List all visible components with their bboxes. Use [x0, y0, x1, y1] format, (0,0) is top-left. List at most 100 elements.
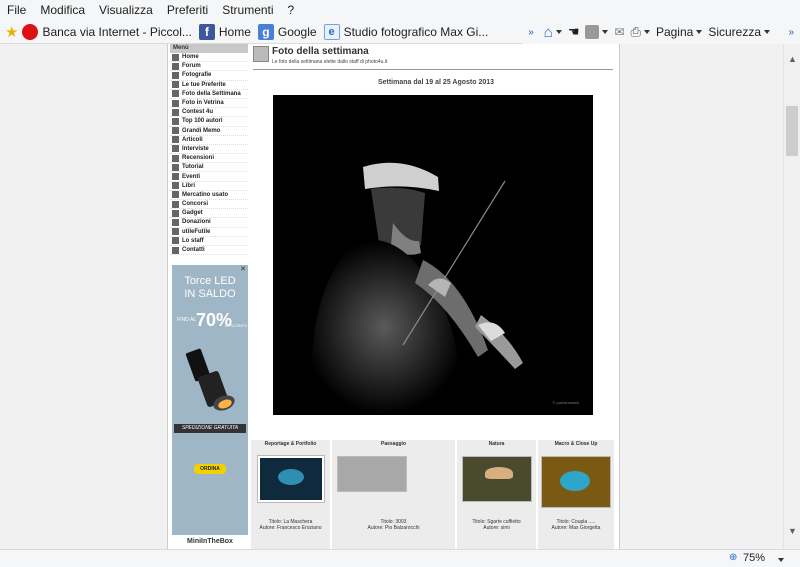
- menu-item-icon: [172, 117, 179, 125]
- sidebar-item-fotografie[interactable]: Fotografie: [170, 71, 248, 81]
- title-divider: [253, 69, 613, 70]
- favorite-home[interactable]: f Home: [198, 23, 251, 40]
- menu-bar: File Modifica Visualizza Preferiti Strum…: [0, 0, 800, 20]
- flashlight-icon: [182, 345, 242, 413]
- sidebar-item-label: Mercatino usato: [182, 191, 229, 198]
- mail-icon[interactable]: ✉: [614, 25, 624, 39]
- ad-order-button[interactable]: ORDINA: [194, 464, 226, 474]
- menu-file[interactable]: File: [0, 0, 33, 20]
- page-menu-button[interactable]: Pagina: [655, 25, 703, 39]
- sidebar-item-contest-4u[interactable]: Contest 4u: [170, 108, 248, 118]
- menu-item-icon: [172, 62, 179, 70]
- sidebar-item-concorsi[interactable]: Concorsi: [170, 200, 248, 210]
- menu-preferiti[interactable]: Preferiti: [160, 0, 215, 20]
- menu-item-icon: [172, 90, 179, 98]
- menu-item-icon: [172, 108, 179, 116]
- ad-brand: MiniInTheBox: [172, 535, 248, 549]
- menu-help[interactable]: ?: [281, 0, 302, 20]
- sidebar-item-label: Concorsi: [182, 201, 209, 208]
- sidebar-item-utilefutile[interactable]: utileFutile: [170, 228, 248, 237]
- rss-icon: [585, 25, 600, 39]
- sidebar-item-label: Donazioni: [182, 219, 211, 226]
- insect-shape: [560, 471, 590, 491]
- home-button[interactable]: ⌂: [544, 24, 562, 41]
- zoom-icon[interactable]: ⊕: [729, 552, 737, 563]
- ad-headline-1: Torce LED: [184, 275, 236, 287]
- menu-item-icon: [172, 246, 179, 254]
- chevron-more-icon[interactable]: »: [788, 27, 794, 38]
- featured-photo[interactable]: © paoldrowsek: [273, 95, 593, 415]
- menu-item-icon: [172, 200, 179, 208]
- menu-item-icon: [172, 182, 179, 190]
- favorites-star-icon[interactable]: ★: [5, 23, 18, 41]
- close-icon[interactable]: ✕: [240, 265, 246, 273]
- thumbnail-paesaggio[interactable]: [337, 456, 407, 492]
- thumbnail-natura[interactable]: [462, 456, 532, 502]
- page-subtitle: Le foto della settimana elette dallo sta…: [272, 59, 388, 65]
- menu-strumenti[interactable]: Strumenti: [215, 0, 280, 20]
- thumbnail-macro[interactable]: [541, 456, 611, 508]
- google-icon: g: [257, 23, 274, 40]
- ad-fino: FINO AL: [177, 317, 197, 323]
- menu-item-icon: [172, 237, 179, 245]
- sidebar-item-top-100-autori[interactable]: Top 100 autori: [170, 117, 248, 127]
- sidebar-item-label: Foto in Vetrina: [182, 100, 224, 107]
- sidebar-item-interviste[interactable]: Interviste: [170, 145, 248, 155]
- sidebar-item-label: Gadget: [182, 210, 203, 217]
- sidebar-item-label: Grandi Memo: [182, 127, 221, 134]
- sidebar-item-label: Foto della Settimana: [182, 90, 241, 97]
- menu-modifica[interactable]: Modifica: [33, 0, 92, 20]
- favorite-banca[interactable]: Banca via Internet - Piccol...: [22, 23, 192, 40]
- thumbnail-reportage[interactable]: [257, 455, 325, 503]
- ad-headline-2: IN SALDO: [184, 288, 236, 300]
- sidebar-item-eventi[interactable]: Eventi: [170, 172, 248, 182]
- zoom-level[interactable]: 75%: [743, 552, 765, 564]
- favorite-studio[interactable]: e Studio fotografico Max Gi...: [323, 23, 488, 40]
- menu-visualizza[interactable]: Visualizza: [92, 0, 160, 20]
- page-menu-label: Pagina: [655, 25, 694, 39]
- sidebar-item-contatti[interactable]: Contatti: [170, 246, 248, 256]
- menu-item-icon: [172, 71, 179, 79]
- sidebar-item-label: Articoli: [182, 136, 203, 143]
- sidebar-item-libri[interactable]: Libri: [170, 182, 248, 191]
- category-paesaggio[interactable]: Paesaggio Titolo: 3003 Autore: Pio Balza…: [332, 440, 455, 549]
- sidebar-item-lo-staff[interactable]: Lo staff: [170, 237, 248, 246]
- scroll-up-icon[interactable]: ▲: [788, 54, 797, 64]
- sidebar-item-recensioni[interactable]: Recensioni: [170, 154, 248, 164]
- sidebar-item-gadget[interactable]: Gadget: [170, 209, 248, 219]
- category-natura[interactable]: Natura Titolo: Sgarte cuffietto Autore: …: [457, 440, 536, 549]
- scroll-thumb[interactable]: [786, 106, 798, 156]
- photo-watermark: © paoldrowsek: [552, 400, 579, 405]
- sidebar-menu: Home Forum Fotografie Le tue Preferite Foto …: [170, 53, 248, 256]
- sidebar-item-foto-in-vetrina[interactable]: Foto in Vetrina: [170, 99, 248, 109]
- category-paesaggio-author: Autore: Pio Balzarocchi: [367, 525, 420, 531]
- favorite-google[interactable]: g Google: [257, 23, 317, 40]
- rss-button[interactable]: [585, 25, 609, 39]
- sidebar-item-articoli[interactable]: Articoli: [170, 136, 248, 145]
- sidebar-item-tutorial[interactable]: Tutorial: [170, 163, 248, 173]
- sidebar-item-label: Home: [182, 54, 199, 61]
- vertical-scrollbar[interactable]: ▲ ▼: [783, 44, 800, 549]
- sidebar-item-forum[interactable]: Forum: [170, 62, 248, 72]
- sidebar-item-grandi-memo[interactable]: Grandi Memo: [170, 127, 248, 136]
- web-page: Menù Home Forum Fotografie Le tue Preferite…: [167, 44, 620, 549]
- print-button[interactable]: ⎙: [631, 24, 650, 40]
- security-menu-button[interactable]: Sicurezza: [708, 25, 770, 39]
- zoom-dropdown-icon[interactable]: [778, 558, 784, 562]
- sidebar-item-le-tue-preferite[interactable]: Le tue Preferite: [170, 81, 248, 90]
- sidebar-item-home[interactable]: Home: [170, 53, 248, 63]
- sidebar-item-mercatino-usato[interactable]: Mercatino usato: [170, 191, 248, 200]
- category-macro[interactable]: Macro & Close Up Titolo: Coupla ..... Au…: [538, 440, 614, 549]
- sidebar-item-foto-della-settimana[interactable]: Foto della Settimana: [170, 90, 248, 99]
- advertisement-banner[interactable]: ✕ Torce LED IN SALDO FINO AL 70% DI SCON…: [172, 265, 248, 549]
- favorite-google-label: Google: [277, 24, 317, 39]
- main-content: Foto della settimana Le foto della setti…: [251, 44, 621, 549]
- menu-item-icon: [172, 218, 179, 226]
- hand-icon[interactable]: ☚: [568, 24, 580, 40]
- sidebar-item-label: Libri: [182, 182, 195, 189]
- sidebar-item-donazioni[interactable]: Donazioni: [170, 218, 248, 228]
- scroll-down-icon[interactable]: ▼: [788, 526, 797, 536]
- menu-item-icon: [172, 136, 179, 144]
- category-reportage[interactable]: Reportage & Portfolio Titolo: La Mascher…: [251, 440, 330, 549]
- chevron-more-icon[interactable]: »: [528, 27, 534, 38]
